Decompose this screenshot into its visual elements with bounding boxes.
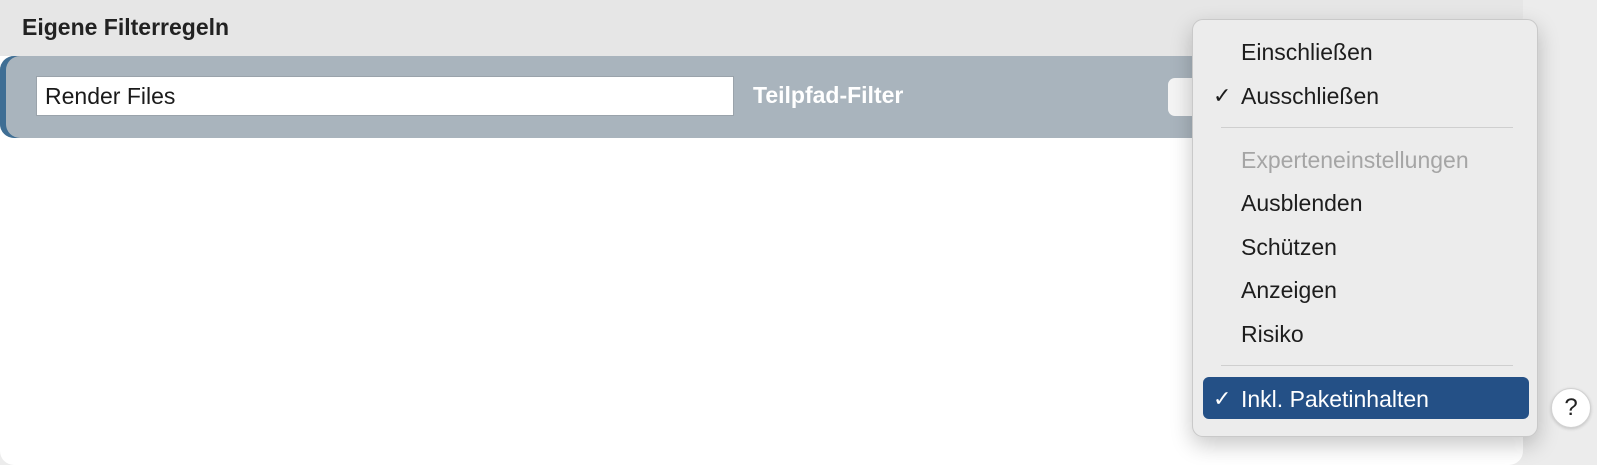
rule-name-input[interactable] — [36, 76, 734, 116]
menu-item-schuetzen[interactable]: Schützen — [1203, 227, 1529, 265]
panel-title: Eigene Filterregeln — [22, 14, 230, 40]
menu-item-label: Experteneinstellungen — [1241, 147, 1469, 173]
menu-item-label: Inkl. Paketinhalten — [1241, 386, 1429, 412]
menu-item-ausschliessen[interactable]: ✓ Ausschließen — [1203, 76, 1529, 114]
menu-item-anzeigen[interactable]: Anzeigen — [1203, 270, 1529, 308]
help-button[interactable]: ? — [1551, 388, 1591, 428]
menu-item-risiko[interactable]: Risiko — [1203, 314, 1529, 352]
rule-action-menu: Einschließen ✓ Ausschließen Experteneins… — [1192, 19, 1538, 437]
menu-item-einschliessen[interactable]: Einschließen — [1203, 32, 1529, 70]
menu-item-inkl-paketinhalten[interactable]: ✓ Inkl. Paketinhalten — [1203, 377, 1529, 419]
menu-item-label: Risiko — [1241, 321, 1304, 347]
menu-separator — [1221, 365, 1513, 366]
menu-item-label: Ausblenden — [1241, 190, 1363, 216]
menu-separator — [1221, 127, 1513, 128]
checkmark-icon: ✓ — [1213, 386, 1232, 411]
menu-section-experteneinstellungen: Experteneinstellungen — [1203, 140, 1529, 178]
menu-item-label: Schützen — [1241, 234, 1337, 260]
menu-item-label: Ausschließen — [1241, 83, 1380, 109]
checkmark-icon: ✓ — [1213, 83, 1232, 108]
filter-type-label: Teilpfad-Filter — [753, 82, 904, 108]
menu-item-ausblenden[interactable]: Ausblenden — [1203, 183, 1529, 221]
menu-item-label: Einschließen — [1241, 39, 1373, 65]
menu-item-label: Anzeigen — [1241, 277, 1337, 303]
